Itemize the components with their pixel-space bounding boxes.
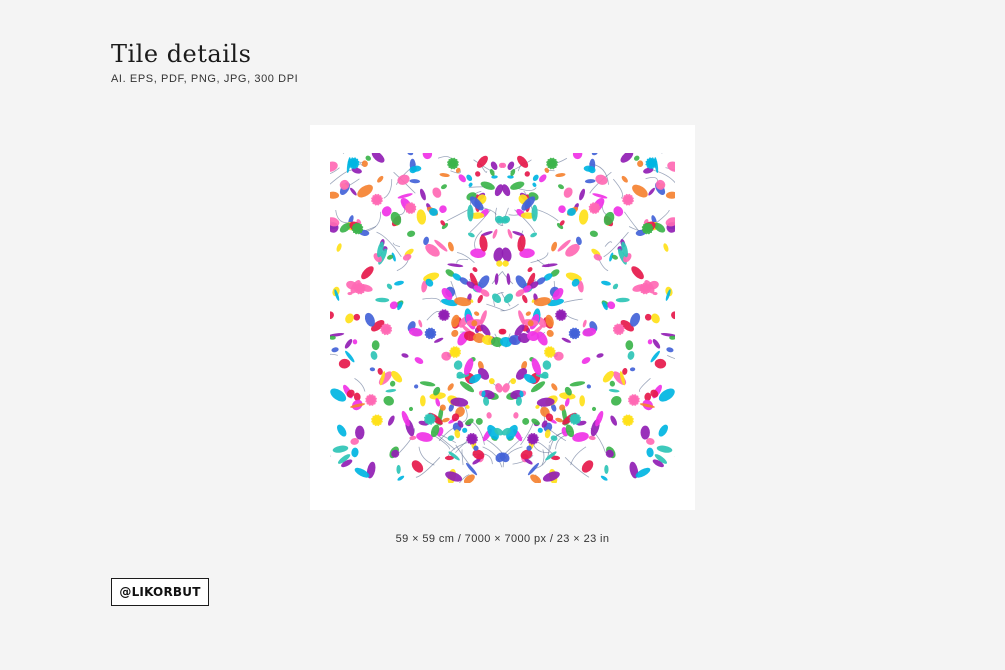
otomi-pattern-illustration [330, 153, 675, 483]
page-title: Tile details [111, 40, 252, 68]
brand-logo: @LIKORBUT [111, 578, 209, 606]
file-formats-text: AI. EPS, PDF, PNG, JPG, 300 DPI [111, 73, 299, 85]
tile-preview [310, 125, 695, 510]
dimensions-caption: 59 × 59 cm / 7000 × 7000 px / 23 × 23 in [395, 533, 610, 545]
